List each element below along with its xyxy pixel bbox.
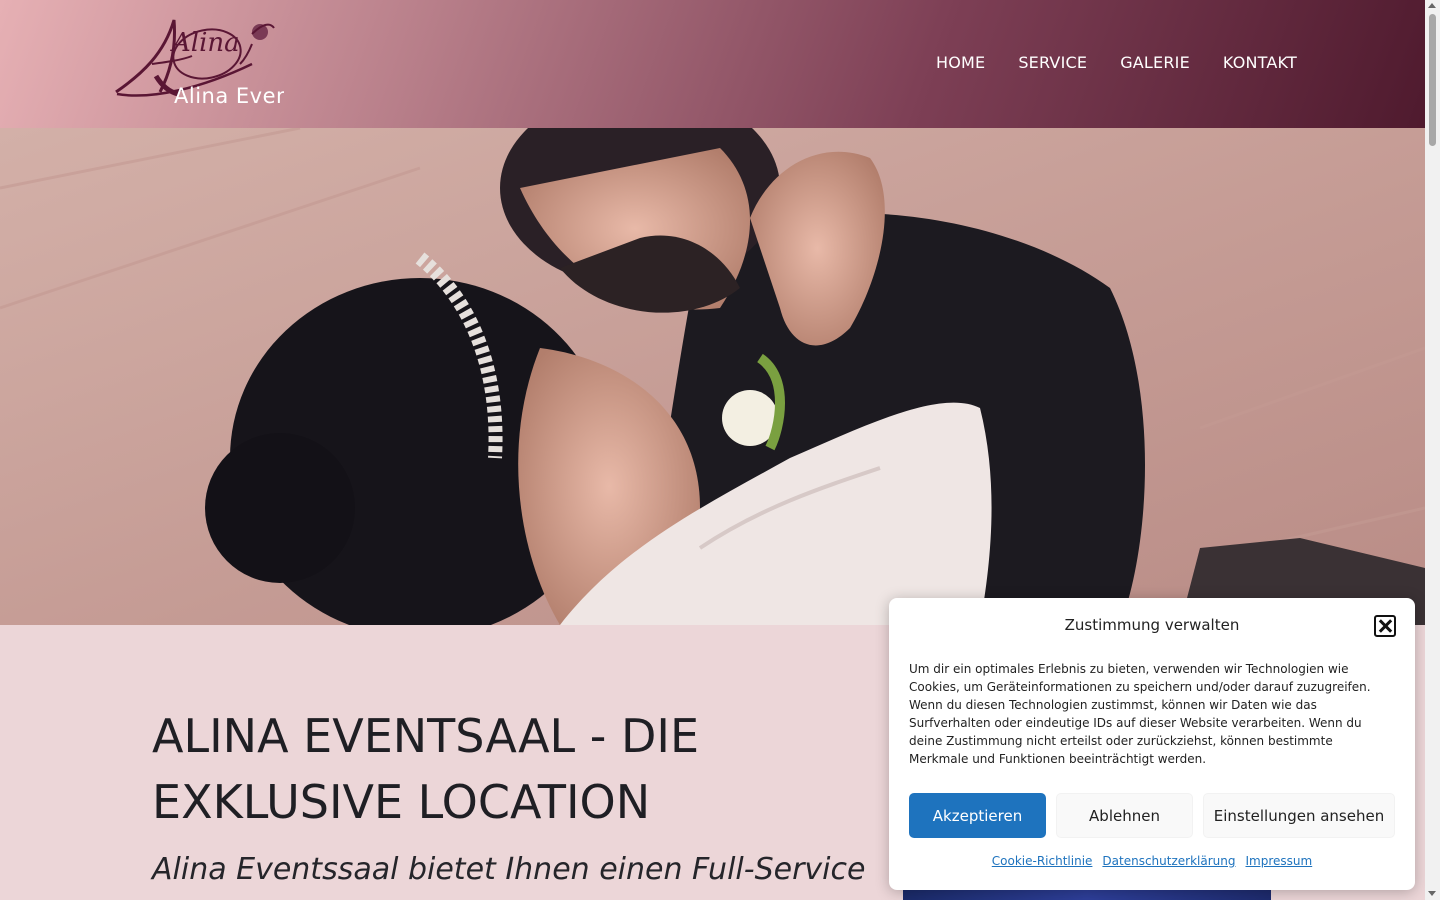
consent-title: Zustimmung verwalten [1064,616,1240,634]
hero-image [0,128,1425,625]
cookie-policy-link[interactable]: Cookie-Richtlinie [992,854,1093,868]
deny-button[interactable]: Ablehnen [1056,793,1193,838]
nav-service[interactable]: SERVICE [1018,53,1087,72]
consent-text: Um dir ein optimales Erlebnis zu bieten,… [909,662,1371,766]
logo-text: Alina Events [174,84,284,108]
consent-buttons: Akzeptieren Ablehnen Einstellungen anseh… [909,793,1395,838]
nav-galerie[interactable]: GALERIE [1120,53,1190,72]
nav-kontakt[interactable]: KONTAKT [1223,53,1297,72]
cookie-consent-dialog: Zustimmung verwalten Um dir ein optimale… [889,598,1415,890]
consent-links: Cookie-Richtlinie Datenschutzerklärung I… [889,854,1415,868]
page-heading: ALINA EVENTSAAL - DIE EXKLUSIVE LOCATION [152,709,700,829]
page-subheading: Alina Eventssaal bietet Ihnen einen Full… [152,852,866,887]
scrollbar-thumb[interactable] [1429,14,1436,146]
wedding-couple-photo-icon [0,128,1425,625]
scroll-up-icon[interactable] [1428,3,1436,8]
close-icon[interactable] [1374,615,1396,637]
privacy-link[interactable]: Datenschutzerklärung [1102,854,1235,868]
site-logo[interactable]: Alina Alina Events [112,14,284,110]
main-nav: HOME SERVICE GALERIE KONTAKT [936,53,1297,72]
nav-home[interactable]: HOME [936,53,985,72]
logo-script: Alina [172,28,240,58]
settings-button[interactable]: Einstellungen ansehen [1203,793,1395,838]
imprint-link[interactable]: Impressum [1246,854,1313,868]
page-scrollbar[interactable] [1425,0,1440,900]
accept-button[interactable]: Akzeptieren [909,793,1046,838]
scroll-down-icon[interactable] [1428,891,1436,896]
site-header: Alina Alina Events HOME SERVICE GALERIE … [0,0,1425,128]
